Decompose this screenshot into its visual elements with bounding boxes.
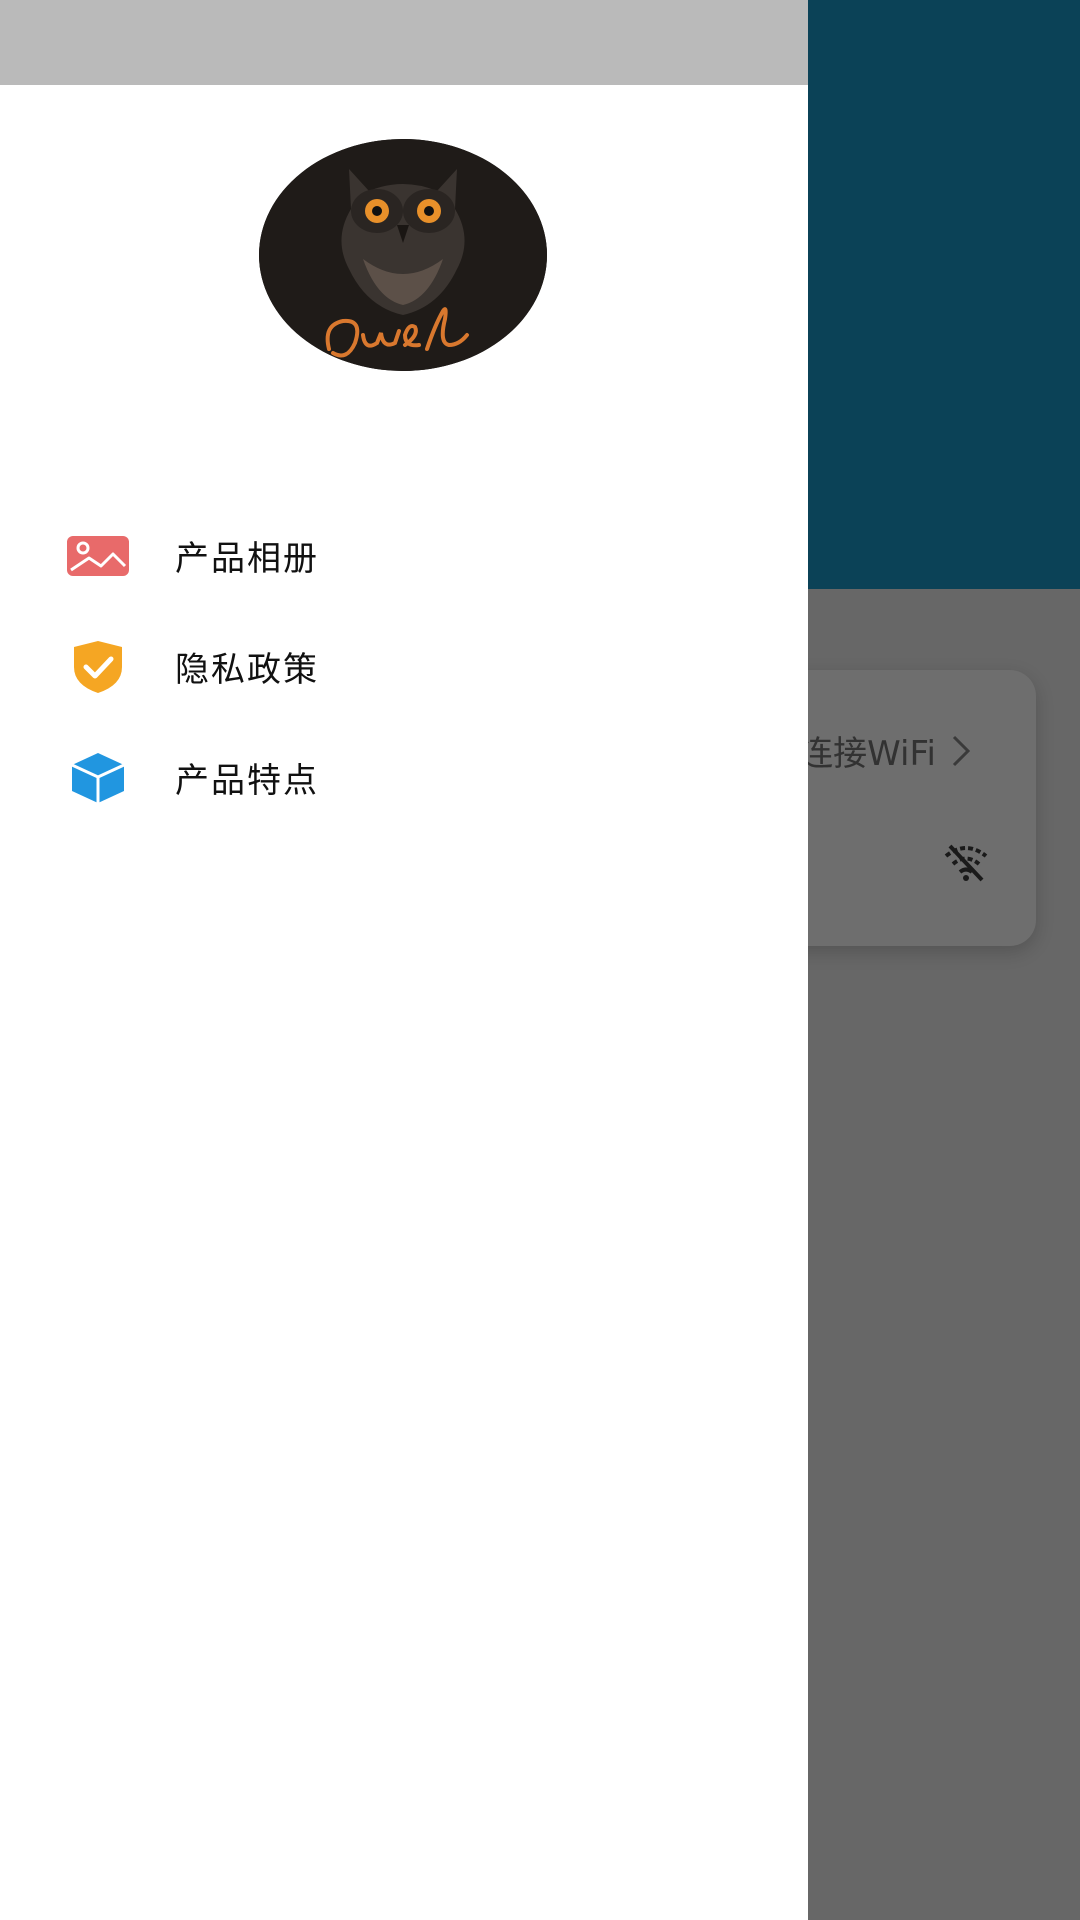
- menu-label-product-album: 产品相册: [175, 539, 319, 579]
- menu-item-product-album[interactable]: 产品相册: [0, 500, 808, 611]
- shield-check-icon: [66, 639, 130, 695]
- owl-logo-icon: [259, 139, 547, 371]
- image-icon: [66, 528, 130, 584]
- navigation-drawer: 产品相册 隐私政策 产品特点: [0, 0, 808, 1920]
- menu-item-privacy-policy[interactable]: 隐私政策: [0, 611, 808, 722]
- wifi-off-icon[interactable]: [942, 842, 990, 882]
- menu-label-privacy-policy: 隐私政策: [175, 650, 319, 690]
- connect-wifi-label: 连接WiFi: [799, 734, 936, 774]
- status-bar: [0, 0, 808, 85]
- chevron-right-icon: [952, 735, 971, 766]
- cube-icon: [66, 750, 130, 806]
- connect-wifi-link[interactable]: 连接WiFi: [799, 726, 972, 775]
- menu-label-product-features: 产品特点: [175, 761, 319, 801]
- drawer-menu: 产品相册 隐私政策 产品特点: [0, 500, 808, 833]
- avatar[interactable]: [259, 139, 547, 371]
- menu-item-product-features[interactable]: 产品特点: [0, 722, 808, 833]
